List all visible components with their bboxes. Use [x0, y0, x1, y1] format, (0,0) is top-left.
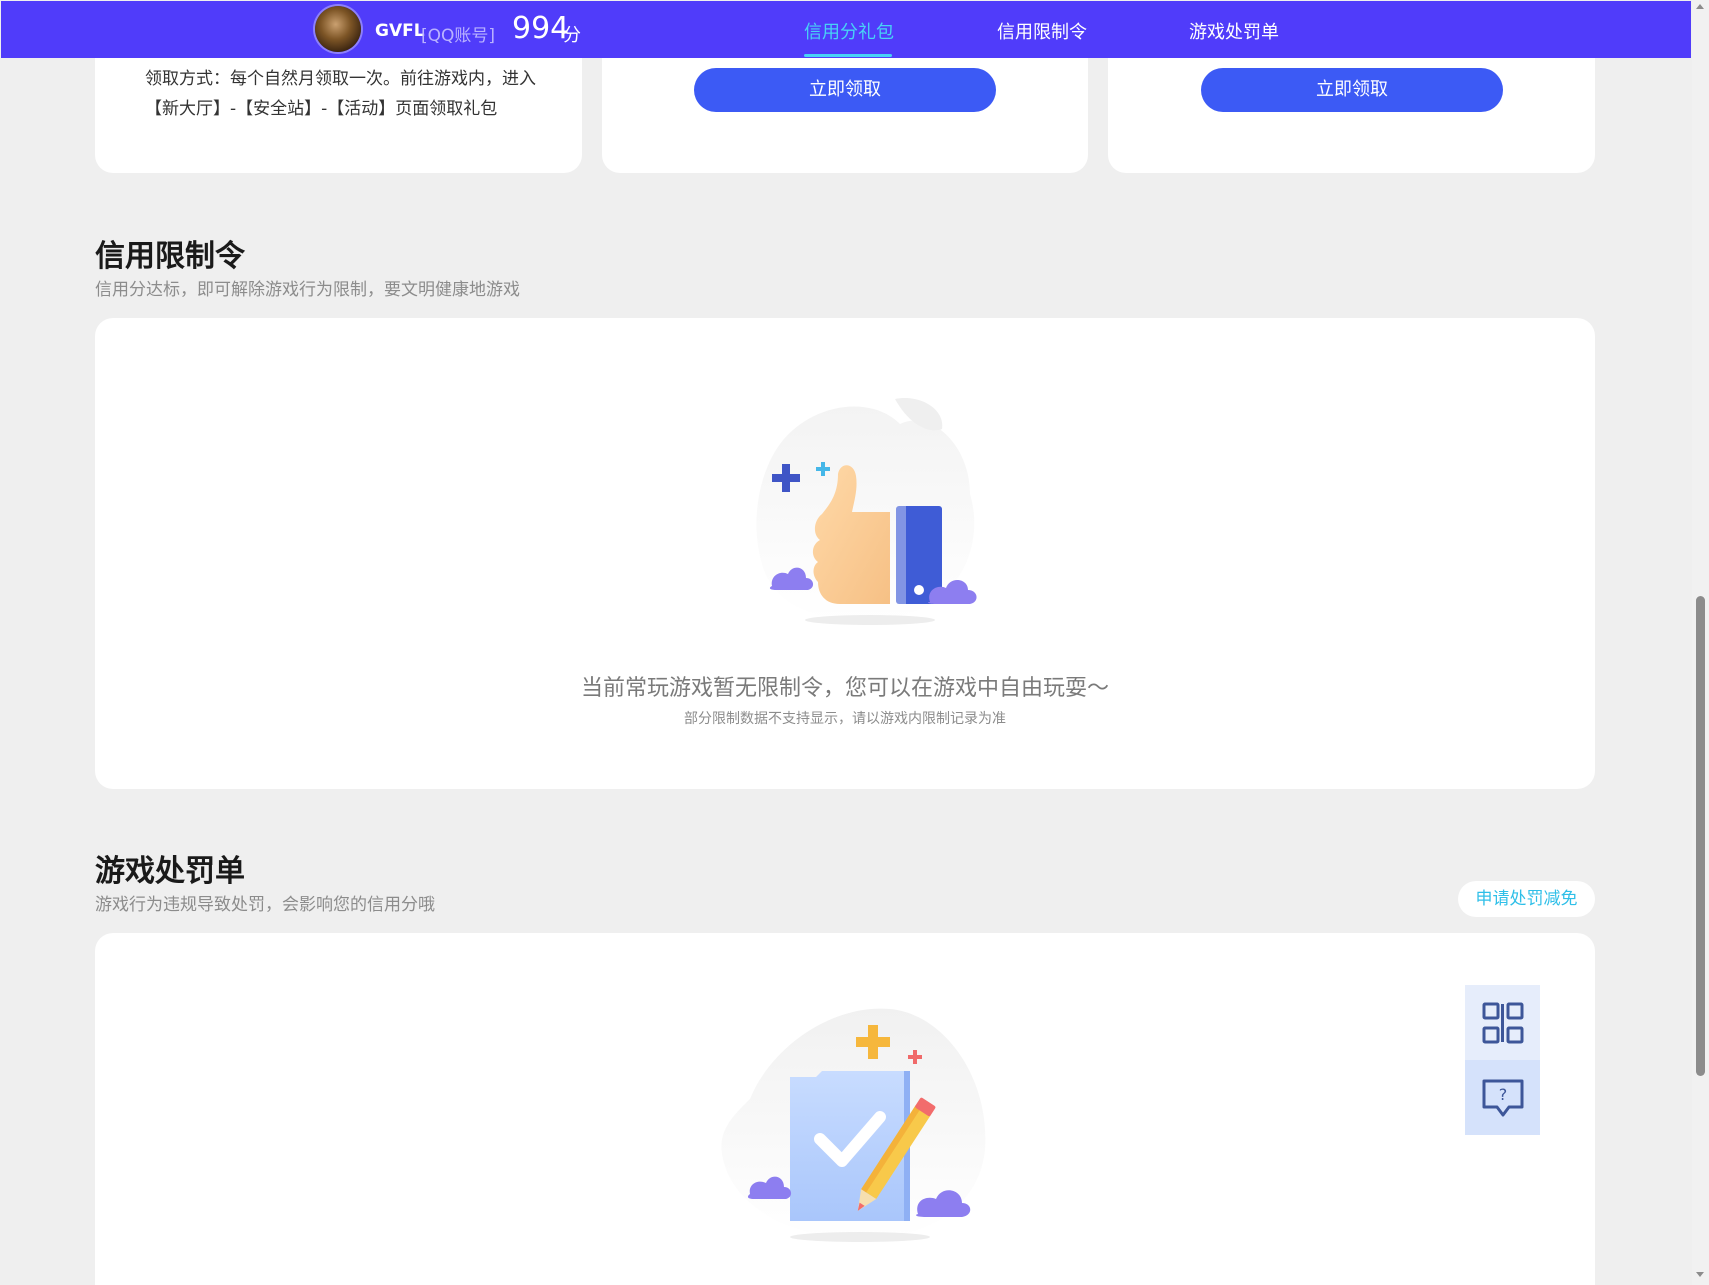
document-check-icon: [721, 1008, 986, 1242]
gift-card-1: 领取方式：每个自然月领取一次。前往游戏内，进入【新大厅】-【安全站】-【活动】页…: [95, 58, 582, 173]
qr-code-button[interactable]: [1465, 985, 1540, 1060]
active-tab-indicator: [804, 54, 892, 57]
svg-text:?: ?: [1498, 1085, 1507, 1104]
thumbs-up-icon: [756, 398, 977, 625]
claim-button[interactable]: 立即领取: [1201, 68, 1503, 112]
restriction-section-subtitle: 信用分达标，即可解除游戏行为限制，要文明健康地游戏: [95, 280, 520, 300]
tab-credit-gift[interactable]: 信用分礼包: [804, 18, 894, 44]
claim-button[interactable]: 立即领取: [694, 68, 996, 112]
account-type: [QQ账号]: [421, 26, 496, 46]
appeal-penalty-button[interactable]: 申请处罚减免: [1458, 881, 1595, 917]
gift-card-2: 立即领取: [602, 58, 1088, 173]
restriction-section-title: 信用限制令: [95, 239, 245, 274]
restriction-card: 当前常玩游戏暂无限制令，您可以在游戏中自由玩耍～ 部分限制数据不支持显示，请以游…: [95, 318, 1595, 789]
page: GVFL [QQ账号] 994 分 信用分礼包 信用限制令 游戏处罚单 领取方式…: [0, 0, 1692, 1285]
penalty-section-subtitle: 游戏行为违规导致处罚，会影响您的信用分哦: [95, 895, 435, 915]
help-chat-icon: ?: [1482, 1079, 1523, 1116]
top-nav-bar: GVFL [QQ账号] 994 分 信用分礼包 信用限制令 游戏处罚单: [1, 1, 1691, 58]
penalty-card: [95, 933, 1595, 1285]
scrollbar-thumb[interactable]: [1696, 596, 1705, 1076]
avatar[interactable]: [315, 6, 361, 52]
tab-game-penalty[interactable]: 游戏处罚单: [1189, 18, 1279, 44]
score-unit: 分: [563, 25, 581, 46]
gift-claim-description: 领取方式：每个自然月领取一次。前往游戏内，进入【新大厅】-【安全站】-【活动】页…: [145, 69, 536, 119]
penalty-section-title: 游戏处罚单: [95, 854, 245, 889]
help-button[interactable]: ?: [1465, 1060, 1540, 1135]
user-name: GVFL: [375, 21, 425, 41]
restriction-empty-note: 部分限制数据不支持显示，请以游戏内限制记录为准: [684, 711, 1006, 727]
gift-card-3: 立即领取: [1108, 58, 1595, 173]
qr-code-icon: [1482, 1002, 1523, 1043]
scroll-down-icon[interactable]: [1696, 1272, 1704, 1277]
page-scrollbar[interactable]: [1692, 0, 1709, 1285]
scroll-up-icon[interactable]: [1696, 4, 1704, 9]
side-widget: ?: [1465, 985, 1540, 1135]
credit-score: 994: [512, 11, 570, 46]
tab-credit-restriction[interactable]: 信用限制令: [997, 18, 1087, 44]
restriction-empty-text: 当前常玩游戏暂无限制令，您可以在游戏中自由玩耍～: [580, 676, 1109, 701]
